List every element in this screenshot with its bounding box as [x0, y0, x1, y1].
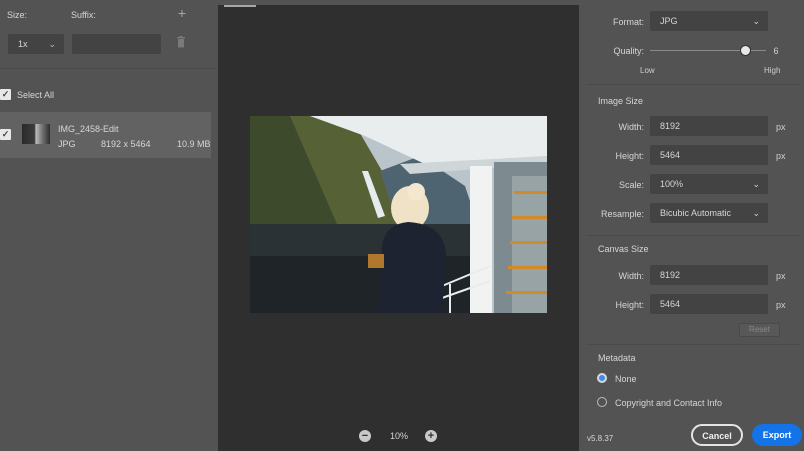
preview-tab-indicator — [224, 5, 256, 7]
format-select-value: JPG — [660, 16, 678, 26]
asset-format: JPG — [58, 139, 76, 149]
quality-value: 6 — [773, 46, 779, 56]
version-label: v5.8.37 — [587, 434, 614, 443]
right-divider-3 — [586, 344, 800, 345]
resample-label: Resample: — [600, 209, 644, 219]
minus-circle-icon[interactable]: − — [359, 430, 371, 442]
metadata-none-radio[interactable] — [597, 373, 607, 383]
asset-file-size: 10.9 MB — [177, 139, 211, 149]
export-button[interactable]: Export — [752, 424, 802, 446]
image-size-heading: Image Size — [598, 96, 644, 106]
image-height-label: Height: — [615, 151, 644, 161]
image-width-input[interactable]: 8192 — [650, 116, 768, 136]
canvas-width-label: Width: — [618, 271, 644, 281]
metadata-none-label: None — [615, 374, 637, 384]
canvas-height-unit: px — [776, 300, 786, 310]
image-width-unit: px — [776, 122, 786, 132]
scale-select[interactable]: 100% ⌄ — [650, 174, 768, 194]
asset-thumbnail — [22, 124, 50, 144]
canvas-height-label: Height: — [615, 300, 644, 310]
size-label: Size: — [7, 10, 28, 20]
chevron-down-icon: ⌄ — [752, 16, 760, 26]
canvas-size-heading: Canvas Size — [598, 244, 649, 254]
image-height-unit: px — [776, 151, 786, 161]
quality-low-label: Low — [640, 66, 655, 75]
scale-label: Scale: — [618, 180, 644, 190]
chevron-down-icon: ⌄ — [752, 179, 760, 189]
asset-checkbox[interactable]: ✓ — [0, 129, 11, 140]
zoom-level: 10% — [389, 431, 408, 441]
trash-icon[interactable] — [176, 36, 186, 48]
suffix-input[interactable] — [72, 34, 161, 54]
resample-select[interactable]: Bicubic Automatic ⌄ — [650, 203, 768, 223]
canvas-width-unit: px — [776, 271, 786, 281]
metadata-copyright-label: Copyright and Contact Info — [615, 398, 723, 408]
scale-select-value: 1x — [18, 39, 28, 49]
plus-icon[interactable]: + — [176, 6, 188, 20]
canvas-width-input[interactable]: 8192 — [650, 265, 768, 285]
right-divider-1 — [586, 84, 800, 85]
canvas-height-input[interactable]: 5464 — [650, 294, 768, 314]
image-width-label: Width: — [618, 122, 644, 132]
select-all-checkbox[interactable]: ✓ — [0, 89, 11, 100]
metadata-copyright-radio[interactable] — [597, 397, 607, 407]
plus-circle-icon[interactable]: + — [425, 430, 437, 442]
select-all-label: Select All — [17, 90, 55, 100]
quality-high-label: High — [764, 66, 781, 75]
suffix-label: Suffix: — [71, 10, 96, 20]
chevron-down-icon: ⌄ — [48, 39, 56, 49]
asset-name: IMG_2458-Edit — [58, 124, 119, 134]
scale-select[interactable]: 1x ⌄ — [8, 34, 64, 54]
quality-label: Quality: — [613, 46, 644, 56]
image-height-input[interactable]: 5464 — [650, 145, 768, 165]
format-label: Format: — [612, 17, 644, 27]
metadata-heading: Metadata — [598, 353, 636, 363]
right-divider-2 — [586, 235, 800, 236]
reset-button[interactable]: Reset — [739, 323, 780, 337]
quality-slider-knob[interactable] — [740, 45, 751, 56]
asset-dimensions: 8192 x 5464 — [101, 139, 151, 149]
resample-select-value: Bicubic Automatic — [660, 208, 732, 218]
scale-select-value: 100% — [660, 179, 684, 189]
preview-image — [250, 116, 547, 313]
cancel-button[interactable]: Cancel — [691, 424, 743, 446]
left-divider-1 — [0, 68, 216, 69]
chevron-down-icon: ⌄ — [752, 208, 760, 218]
preview-image-art — [250, 116, 547, 313]
format-select[interactable]: JPG ⌄ — [650, 11, 768, 31]
